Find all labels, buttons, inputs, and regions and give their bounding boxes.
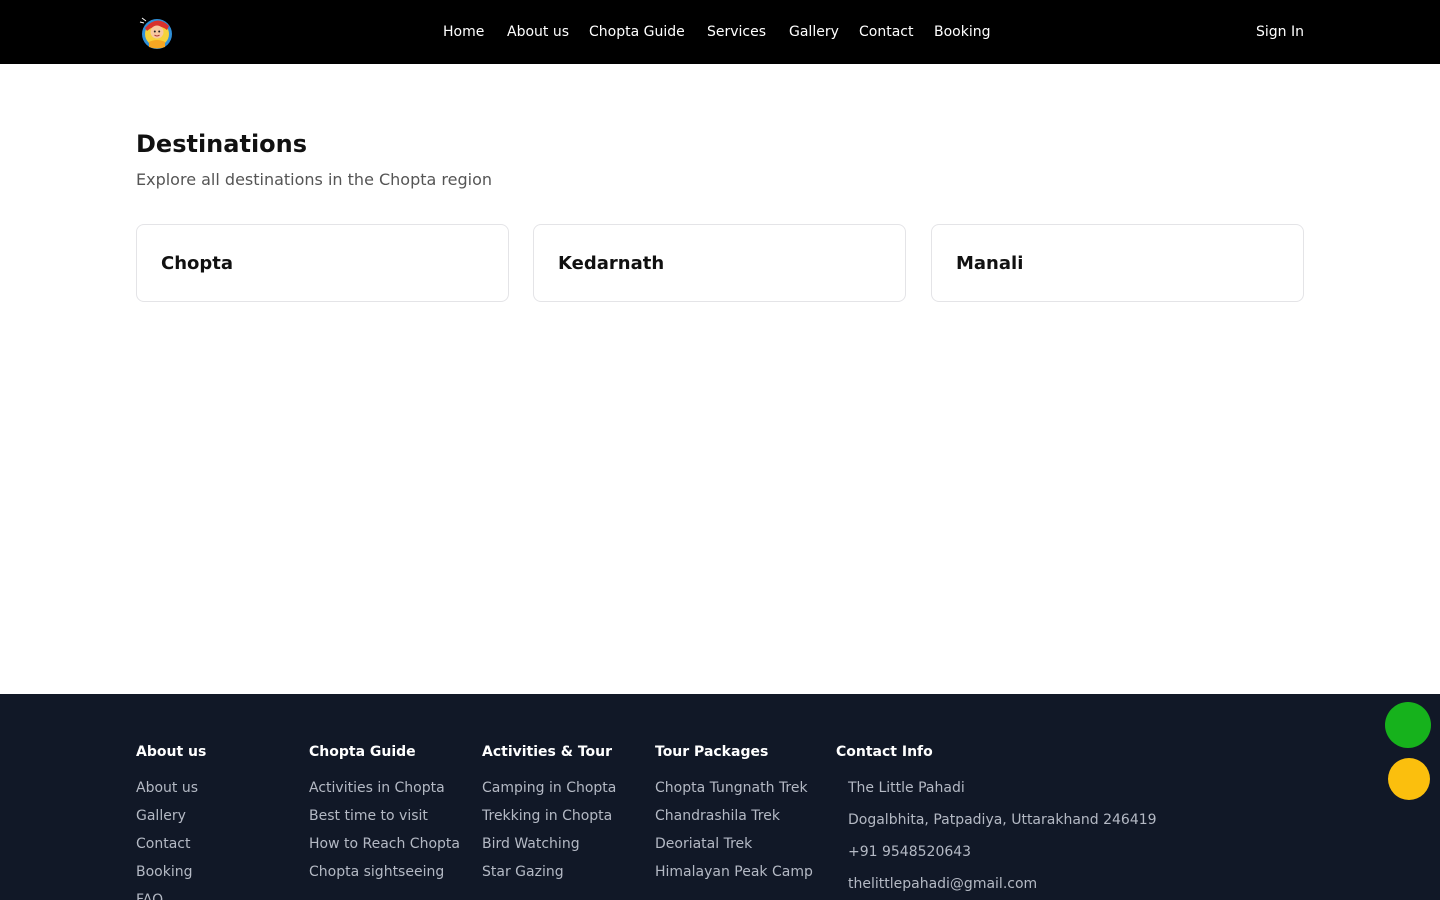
destination-card-title: Kedarnath — [558, 253, 665, 274]
nav-chopta-guide[interactable]: Chopta Guide — [589, 22, 685, 42]
footer-link[interactable]: Booking — [136, 862, 206, 882]
contact-email[interactable]: thelittlepahadi@gmail.com — [848, 874, 1157, 894]
nav-about-us[interactable]: About us — [507, 22, 569, 42]
footer-link[interactable]: About us — [136, 778, 206, 798]
nav-home[interactable]: Home — [443, 22, 484, 42]
contact-name: The Little Pahadi — [848, 780, 965, 796]
footer-column-about: About us About us Gallery Contact Bookin… — [136, 742, 206, 900]
destination-card-title: Chopta — [161, 253, 234, 274]
footer-link[interactable]: Contact — [136, 834, 206, 854]
destination-card-chopta[interactable]: Chopta — [136, 224, 509, 302]
footer-link[interactable]: Chopta sightseeing — [309, 862, 460, 882]
contact-address: Dogalbhita, Patpadiya, Uttarakhand 24641… — [848, 812, 1157, 828]
nav-booking[interactable]: Booking — [934, 22, 991, 42]
sign-in-link[interactable]: Sign In — [1256, 22, 1304, 42]
footer-link[interactable]: Chandrashila Trek — [655, 806, 813, 826]
footer-heading: Contact Info — [836, 744, 933, 760]
footer-link[interactable]: Bird Watching — [482, 834, 616, 854]
footer-link[interactable]: Himalayan Peak Camp — [655, 862, 813, 882]
footer-heading: Activities & Tour — [482, 744, 613, 760]
footer-link[interactable]: Trekking in Chopta — [482, 806, 616, 826]
destination-cards: Chopta Kedarnath Manali — [136, 224, 1304, 302]
contact-phone[interactable]: +91 9548520643 — [848, 842, 1157, 862]
footer-heading: Chopta Guide — [309, 744, 416, 760]
footer-column-activities: Activities & Tour Camping in Chopta Trek… — [482, 742, 616, 890]
footer-link[interactable]: Activities in Chopta — [309, 778, 460, 798]
call-button[interactable] — [1388, 758, 1430, 800]
destination-card-kedarnath[interactable]: Kedarnath — [533, 224, 906, 302]
footer-link[interactable]: Deoriatal Trek — [655, 834, 813, 854]
footer-heading: Tour Packages — [655, 744, 769, 760]
footer-link[interactable]: How to Reach Chopta — [309, 834, 460, 854]
whatsapp-button[interactable] — [1385, 702, 1431, 748]
footer-link[interactable]: Best time to visit — [309, 806, 460, 826]
destination-card-title: Manali — [956, 253, 1024, 274]
footer-link[interactable]: Chopta Tungnath Trek — [655, 778, 813, 798]
main-menu: Home About us Chopta Guide Services Gall… — [0, 0, 1440, 64]
nav-contact[interactable]: Contact — [859, 22, 913, 42]
footer-column-packages: Tour Packages Chopta Tungnath Trek Chand… — [655, 742, 813, 890]
nav-gallery[interactable]: Gallery — [789, 22, 839, 42]
page-title: Destinations — [136, 130, 308, 158]
footer-link[interactable]: Star Gazing — [482, 862, 616, 882]
nav-services[interactable]: Services — [707, 22, 766, 42]
footer-heading: About us — [136, 744, 207, 760]
footer-column-contact: Contact Info The Little Pahadi Dogalbhit… — [836, 742, 1157, 900]
footer-link[interactable]: Camping in Chopta — [482, 778, 616, 798]
footer-column-guide: Chopta Guide Activities in Chopta Best t… — [309, 742, 460, 890]
footer-link[interactable]: Gallery — [136, 806, 206, 826]
page-subtitle: Explore all destinations in the Chopta r… — [136, 170, 493, 189]
top-navigation: Home About us Chopta Guide Services Gall… — [0, 0, 1440, 64]
footer-link[interactable]: FAQ — [136, 890, 206, 900]
site-footer: About us About us Gallery Contact Bookin… — [0, 694, 1440, 900]
destination-card-manali[interactable]: Manali — [931, 224, 1304, 302]
